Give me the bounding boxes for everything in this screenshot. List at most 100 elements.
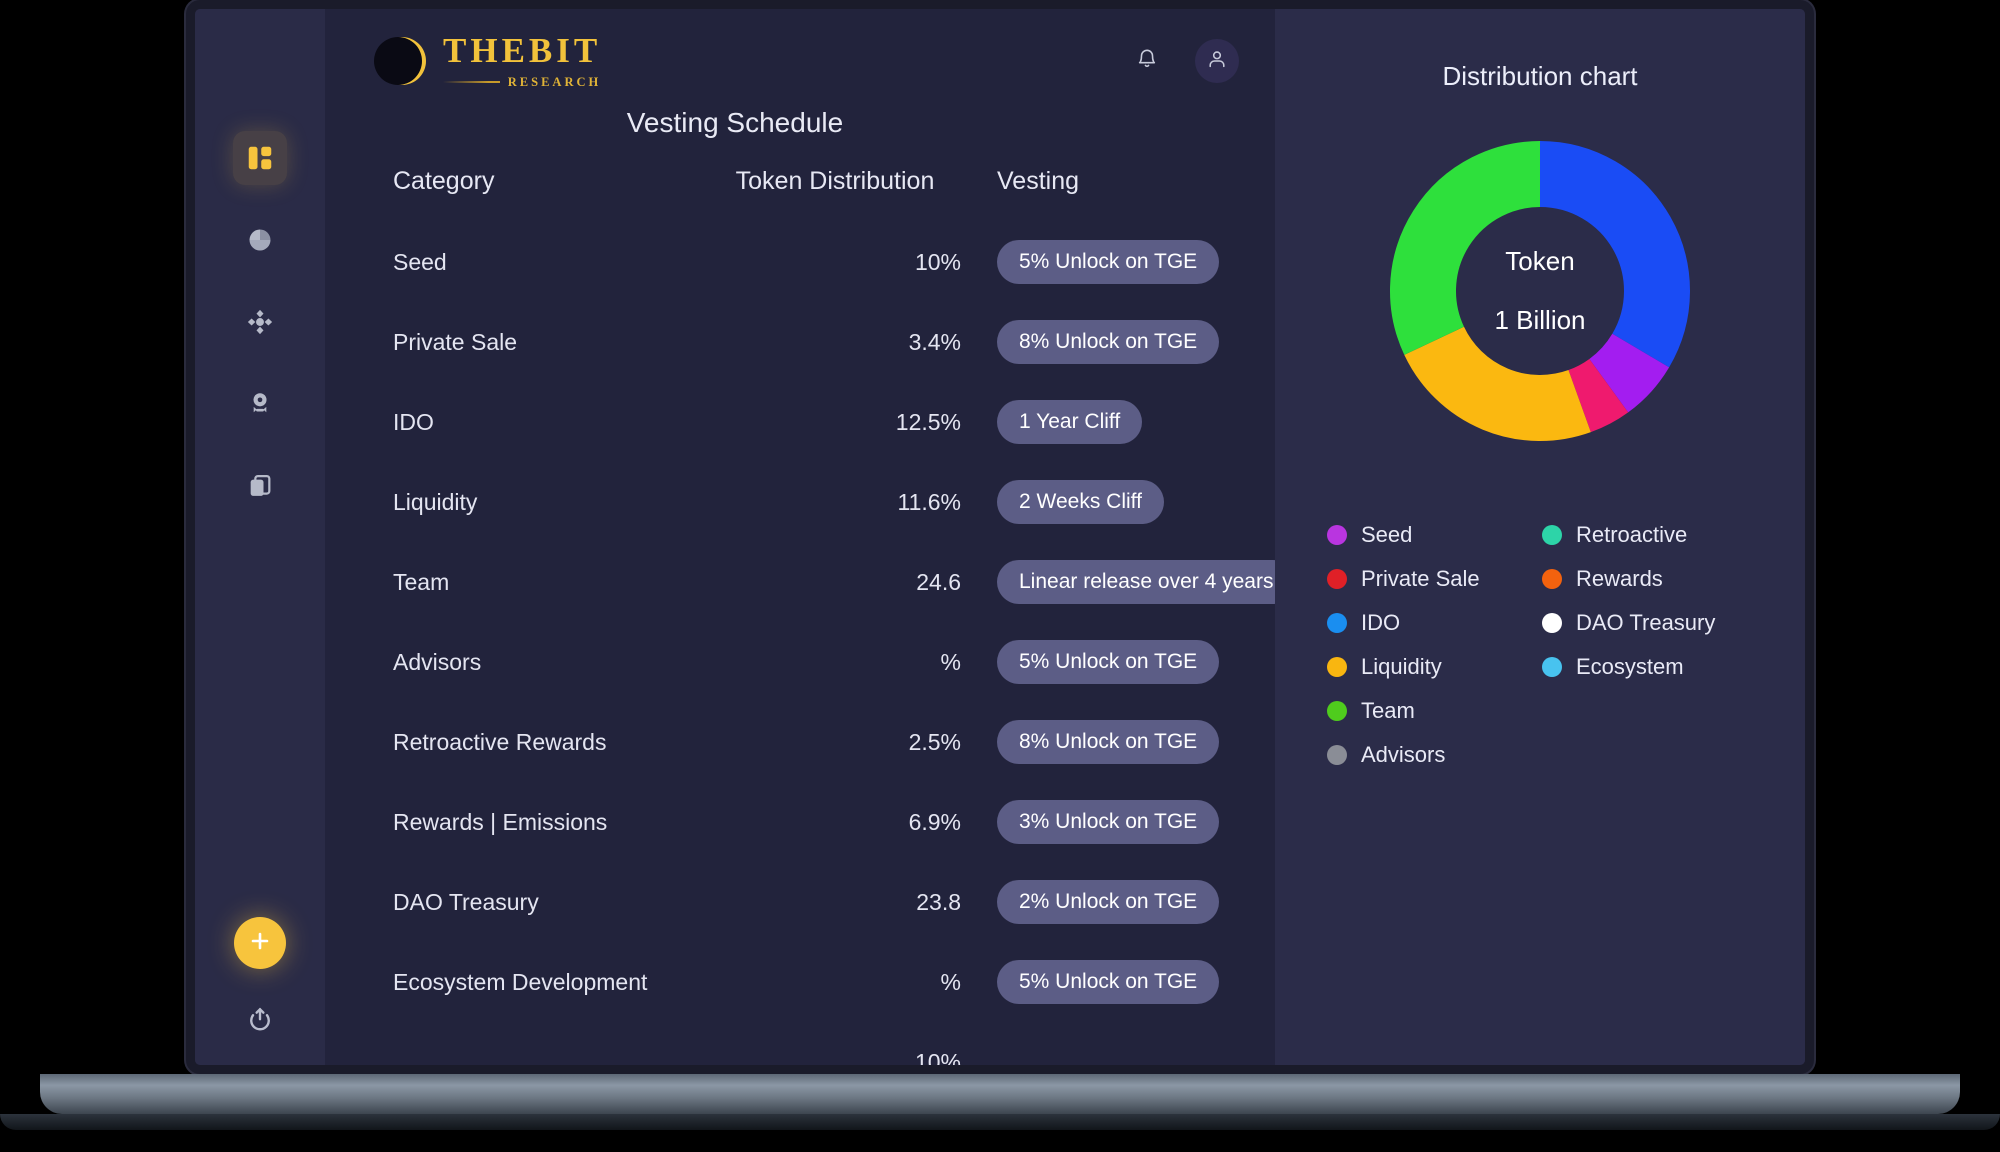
donut-segment[interactable] — [1404, 325, 1591, 441]
legend-column-left: Seed Private Sale IDO Liquidity Team Advisors — [1327, 522, 1542, 768]
topbar: THEBIT RESEARCH — [325, 9, 1275, 113]
legend-label: IDO — [1361, 610, 1401, 635]
cell-token-distribution: % — [940, 648, 961, 675]
sidebar-item-analytics[interactable] — [233, 213, 287, 267]
brand-divider — [443, 81, 500, 83]
user-icon — [1206, 48, 1228, 75]
vesting-badge[interactable]: Linear release over 4 years — [997, 560, 1275, 604]
vesting-badge[interactable]: 8% Unlock on TGE — [997, 720, 1220, 764]
legend-label: Team — [1361, 698, 1415, 723]
donut-segment[interactable] — [1390, 141, 1542, 355]
profile-button[interactable] — [1195, 39, 1239, 83]
vesting-badge[interactable]: 3% Unlock on TGE — [997, 800, 1220, 844]
diamond-cluster-icon — [246, 308, 274, 336]
vesting-badge[interactable]: 5% Unlock on TGE — [997, 240, 1220, 284]
cell-vesting: 2% Unlock on TGE — [989, 880, 1275, 924]
distribution-panel: Distribution chart Token 1 Billion Seed P… — [1275, 9, 1805, 1065]
logout-button[interactable] — [240, 1002, 280, 1042]
table-row: Retroactive Rewards 2.5% 8% Unlock on TGE — [325, 702, 1275, 782]
cell-vesting: 5% Unlock on TGE — [989, 960, 1275, 1004]
main-content: THEBIT RESEARCH Vesting Schedule Categor… — [325, 9, 1275, 1065]
app-window: THEBIT RESEARCH Vesting Schedule Categor… — [195, 9, 1805, 1065]
table-row: Advisors% 5% Unlock on TGE — [325, 622, 1275, 702]
table-row: Private Sale 3.4% 8% Unlock on TGE — [325, 302, 1275, 382]
cell-category: Private Sale — [393, 328, 518, 355]
vesting-badge[interactable]: 8% Unlock on TGE — [997, 320, 1220, 364]
cell-category: IDO — [393, 408, 434, 435]
legend-color-swatch — [1327, 613, 1347, 633]
laptop-foot — [0, 1114, 2000, 1130]
table-row: Rewards | Emissions 6.9% 3% Unlock on TGE — [325, 782, 1275, 862]
award-badge-icon — [246, 390, 274, 418]
cell-vesting: 5% Unlock on TGE — [989, 640, 1275, 684]
cell-category: Advisors — [393, 648, 482, 675]
legend-color-swatch — [1327, 525, 1347, 545]
legend-label: Seed — [1361, 522, 1413, 547]
vesting-badge[interactable]: 5% Unlock on TGE — [997, 960, 1220, 1004]
cell-token-distribution: 10% — [914, 1048, 961, 1066]
table-row: DAO Treasury 23.8 2% Unlock on TGE — [325, 862, 1275, 942]
cell-token-distribution: % — [940, 968, 961, 995]
legend-item[interactable]: Team — [1327, 698, 1542, 724]
legend-color-swatch — [1542, 613, 1562, 633]
legend-color-swatch — [1542, 525, 1562, 545]
column-header-category: Category — [393, 167, 495, 195]
legend-item[interactable]: Rewards — [1542, 566, 1805, 592]
sidebar-item-documents[interactable] — [233, 459, 287, 513]
cell-token-distribution: 3.4% — [908, 328, 961, 355]
brand-title: THEBIT — [443, 30, 602, 70]
cell-vesting: 3% Unlock on TGE — [989, 800, 1275, 844]
cell-token-distribution: 24.6 — [916, 568, 961, 595]
sidebar-item-dashboard[interactable] — [233, 131, 287, 185]
legend-column-right: Retroactive Rewards DAO Treasury Ecosystem — [1542, 522, 1805, 680]
add-button[interactable] — [234, 917, 286, 969]
vesting-badge[interactable]: 2% Unlock on TGE — [997, 880, 1220, 924]
chart-legend: Seed Private Sale IDO Liquidity Team Advisors… — [1275, 522, 1805, 768]
donut-segment[interactable] — [1588, 332, 1670, 413]
legend-item[interactable]: Ecosystem — [1542, 654, 1805, 680]
bell-icon — [1136, 48, 1158, 75]
legend-item[interactable]: Advisors — [1327, 742, 1542, 768]
table-body: Seed 10% 5% Unlock on TGE Private Sale 3.4% 8… — [325, 222, 1275, 1065]
table-row: Team 24.6 Linear release over 4 years — [325, 542, 1275, 622]
legend-item[interactable]: Private Sale — [1327, 566, 1542, 592]
logout-power-icon — [245, 1005, 275, 1040]
cell-vesting: 1 Year Cliff — [989, 400, 1275, 444]
table-row: IDO 12.5% 1 Year Cliff — [325, 382, 1275, 462]
legend-item[interactable]: Seed — [1327, 522, 1542, 548]
cell-vesting: 8% Unlock on TGE — [989, 320, 1275, 364]
legend-item[interactable]: Liquidity — [1327, 654, 1542, 680]
cell-token-distribution: 2.5% — [908, 728, 961, 755]
legend-item[interactable]: DAO Treasury — [1542, 610, 1805, 636]
cell-vesting: Linear release over 4 years — [989, 560, 1275, 604]
vesting-badge[interactable]: 1 Year Cliff — [997, 400, 1143, 444]
vesting-badge[interactable]: 2 Weeks Cliff — [997, 480, 1164, 524]
vesting-badge[interactable]: 5% Unlock on TGE — [997, 640, 1220, 684]
donut-segment[interactable] — [1567, 358, 1629, 433]
sidebar-item-awards[interactable] — [233, 377, 287, 431]
legend-label: DAO Treasury — [1576, 610, 1716, 635]
legend-label: Retroactive — [1576, 522, 1688, 547]
notifications-button[interactable] — [1125, 39, 1169, 83]
eclipse-crescent-logo-icon — [371, 32, 429, 90]
legend-item[interactable]: Retroactive — [1542, 522, 1805, 548]
brand-logo[interactable]: THEBIT RESEARCH — [371, 32, 601, 90]
table-row: Ecosystem Development% 5% Unlock on TGE — [325, 942, 1275, 1022]
cell-vesting: 2 Weeks Cliff — [989, 480, 1275, 524]
screenshot-root: THEBIT RESEARCH Vesting Schedule Categor… — [0, 0, 2000, 1152]
copy-documents-icon — [246, 472, 274, 500]
cell-category: DAO Treasury — [393, 888, 539, 915]
column-header-token-distribution: Token Distribution — [735, 167, 935, 195]
table-row: 10% — [325, 1022, 1275, 1066]
distribution-donut-chart[interactable]: Token 1 Billion — [1375, 126, 1705, 456]
sidebar-item-tokens[interactable] — [233, 295, 287, 349]
donut-segment[interactable] — [1538, 141, 1690, 368]
sidebar — [195, 9, 325, 1065]
cell-token-distribution: 12.5% — [895, 408, 961, 435]
dashboard-grid-icon — [245, 143, 275, 173]
laptop-screen: THEBIT RESEARCH Vesting Schedule Categor… — [186, 0, 1814, 1074]
brand-subtitle: RESEARCH — [507, 74, 602, 89]
vesting-schedule-table: Category Token Distribution Vesting Seed… — [325, 139, 1275, 1065]
legend-item[interactable]: IDO — [1327, 610, 1542, 636]
cell-vesting: 5% Unlock on TGE — [989, 240, 1275, 284]
